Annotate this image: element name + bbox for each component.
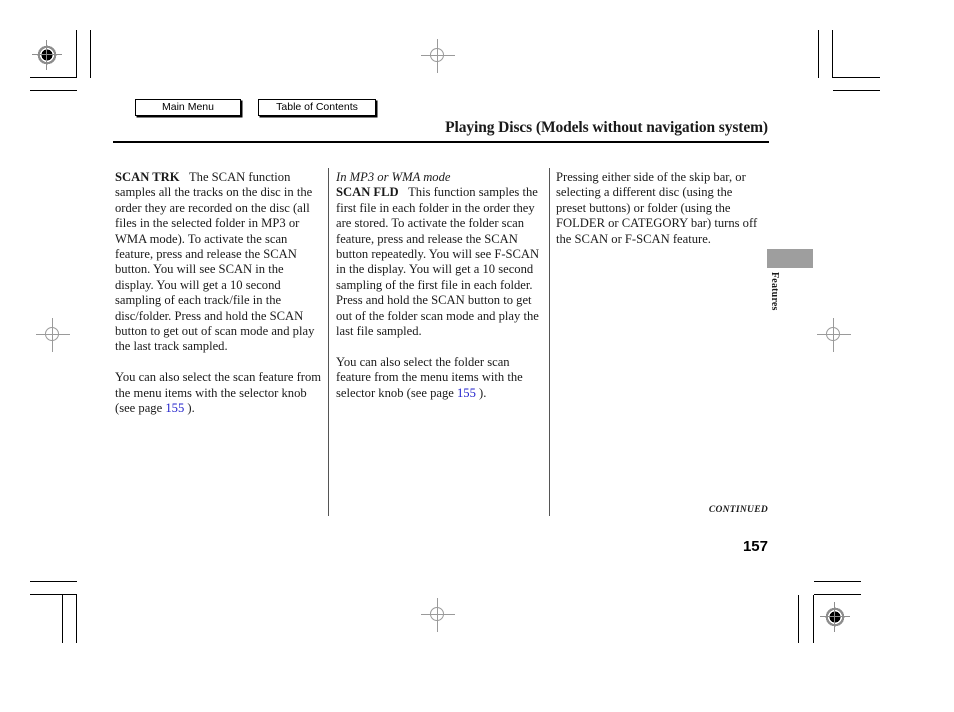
crop-mark-bottom-left-horizontal <box>30 594 77 595</box>
crop-mark-top-right-vertical <box>832 30 833 78</box>
crop-mark-bottom-right-outer-horizontal <box>814 581 861 582</box>
crop-mark-top-left-horizontal <box>30 77 77 78</box>
content-column-1: SCAN TRK The SCAN function samples all th… <box>115 170 322 416</box>
crosshair-ring <box>430 48 444 62</box>
crop-mark-bottom-right-horizontal <box>814 594 861 595</box>
section-tab-label: Features <box>769 272 780 311</box>
crop-mark-bottom-right-vertical <box>813 595 814 643</box>
page-title: Playing Discs (Models without navigation… <box>445 119 768 136</box>
crop-mark-top-left-outer-horizontal <box>30 90 77 91</box>
crosshair-mark-bottom-center <box>421 598 455 632</box>
continued-label: CONTINUED <box>708 505 768 515</box>
page-number: 157 <box>742 538 768 555</box>
crosshair-ring <box>430 607 444 621</box>
crop-mark-bottom-right-outer-vertical <box>798 595 799 643</box>
header-rule <box>113 141 769 143</box>
crop-mark-top-left-outer-vertical <box>90 30 91 78</box>
scan-trk-menu-text-before: You can also select the scan feature fro… <box>115 370 322 416</box>
crop-mark-bottom-left-outer-vertical <box>62 595 63 643</box>
crop-mark-top-right-outer-horizontal <box>833 90 880 91</box>
crosshair-mark-top-center <box>421 39 455 73</box>
column-divider-1 <box>328 168 329 516</box>
crop-mark-top-right-horizontal <box>833 77 880 78</box>
crop-mark-top-right-outer-vertical <box>818 30 819 78</box>
crop-mark-bottom-left-outer-horizontal <box>30 581 77 582</box>
scan-fld-term: SCAN FLD <box>336 185 399 200</box>
scan-fld-body: This function samples the first file in … <box>336 185 540 339</box>
page-reference-link[interactable]: 155 <box>165 401 184 415</box>
scan-trk-paragraph: SCAN TRK The SCAN function samples all th… <box>115 170 322 355</box>
crop-mark-bottom-left-vertical <box>76 595 77 643</box>
crosshair-mark-right-middle <box>817 318 851 352</box>
mp3-wma-mode-label: In MP3 or WMA mode <box>336 170 451 184</box>
column-divider-2 <box>549 168 550 516</box>
registration-target-top-left <box>32 40 62 70</box>
scan-fld-menu-paragraph: You can also select the folder scan feat… <box>336 355 543 401</box>
registration-target-bottom-right <box>820 602 850 632</box>
crop-mark-top-left-vertical <box>76 30 77 78</box>
content-column-2: In MP3 or WMA mode SCAN FLD This function … <box>336 170 543 401</box>
scan-trk-term: SCAN TRK <box>115 170 180 184</box>
manual-page: { "nav": { "main_menu_label": "Main Menu… <box>0 0 954 712</box>
scan-fld-paragraph: In MP3 or WMA mode SCAN FLD This function … <box>336 170 543 339</box>
section-tab-block <box>767 249 813 268</box>
scan-fld-menu-text-after: ). <box>475 385 487 400</box>
main-menu-button[interactable]: Main Menu <box>135 99 241 116</box>
content-column-3: Pressing either side of the skip bar, or… <box>556 170 763 247</box>
scan-off-paragraph: Pressing either side of the skip bar, or… <box>556 170 758 246</box>
scan-trk-body: The SCAN function samples all the tracks… <box>115 170 315 354</box>
navigation-button-bar: Main Menu Table of Contents <box>135 99 376 117</box>
scan-fld-menu-text-before: You can also select the folder scan feat… <box>336 354 523 400</box>
crosshair-ring <box>826 327 840 341</box>
table-of-contents-button[interactable]: Table of Contents <box>258 99 376 116</box>
page-reference-link[interactable]: 155 <box>457 386 476 400</box>
crosshair-ring <box>45 327 59 341</box>
crosshair-mark-left-middle <box>36 318 70 352</box>
scan-trk-menu-paragraph: You can also select the scan feature fro… <box>115 370 322 416</box>
scan-trk-menu-text-after: ). <box>184 401 195 416</box>
